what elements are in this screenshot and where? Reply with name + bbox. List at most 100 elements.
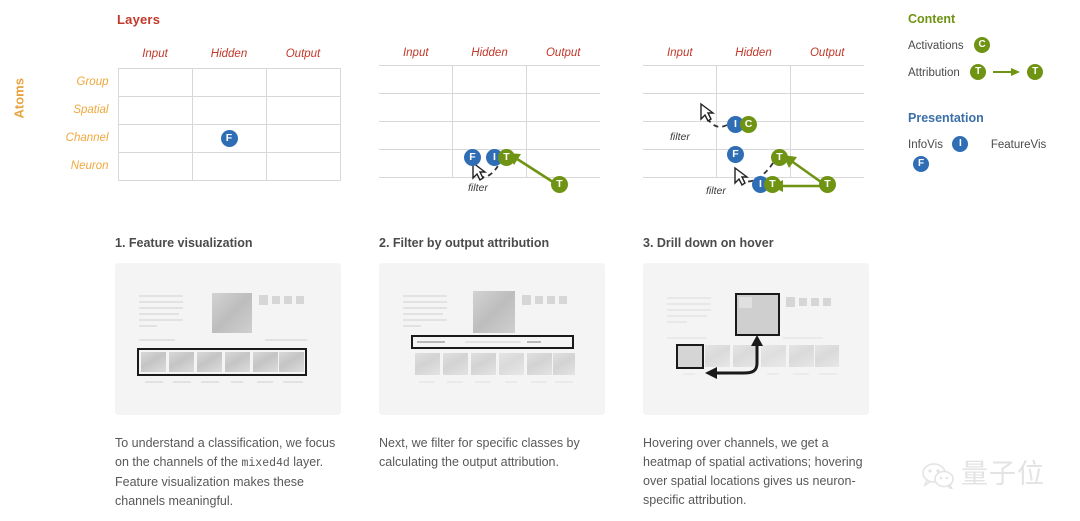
legend-attribution-badge-to[interactable]: T: [1027, 63, 1044, 80]
grid2-col-input: Input: [379, 41, 453, 66]
watermark-text: 量子位: [961, 459, 1045, 489]
badge-activations[interactable]: C: [740, 116, 757, 133]
grid2-cell-r4c3: [526, 149, 600, 178]
wechat-icon: [922, 463, 954, 489]
grid3-cell-r1c2: [716, 65, 791, 94]
panel-3-caption: Hovering over channels, we get a heatmap…: [643, 434, 875, 510]
panel-1-title: 1. Feature visualization: [115, 236, 253, 250]
grid1-cell-group-output: [265, 67, 341, 97]
grid1-cell-neuron-hidden: [191, 151, 267, 181]
grid3-cell-r4c3: [790, 149, 864, 178]
grid3-cell-r2c1: [643, 93, 717, 122]
watermark: 量子位: [922, 452, 1045, 491]
legend-featurevis-label: FeatureVis: [990, 139, 1047, 151]
badge-attribution-hidden[interactable]: T: [498, 149, 515, 166]
panel-2-title: 2. Filter by output attribution: [379, 236, 550, 250]
grid1-cell-group-input: [117, 67, 193, 97]
grid3-cell-r1c3: [790, 65, 864, 94]
page-root: Layers Atoms Input Hidden Output Group S…: [0, 0, 1080, 521]
diagram-1: Input Hidden Output Group Spatial Channe…: [42, 41, 341, 181]
panel-1-caption: To understand a classification, we focus…: [115, 434, 347, 511]
grid3-cell-r3c3: [790, 121, 864, 150]
grid3-cell-r4c1: [643, 149, 717, 178]
arrow-up-head: [751, 335, 763, 346]
legend-infovis-label: InfoVis: [908, 139, 943, 151]
legend-presentation-heading: Presentation: [908, 111, 984, 125]
badge-attribution-hidden[interactable]: T: [771, 149, 788, 166]
grid1-col-output: Output: [266, 41, 340, 69]
badge-attribution-output[interactable]: T: [551, 176, 568, 193]
legend-attribution-label: Attribution: [908, 67, 960, 79]
grid3-cell-r1c1: [643, 65, 717, 94]
badge-featurevis[interactable]: F: [727, 146, 744, 163]
legend-infovis-badge[interactable]: I: [952, 135, 969, 152]
legend-activations-label: Activations: [908, 40, 964, 52]
grid1-cell-channel-input: [117, 123, 193, 153]
grid3-cell-r2c3: [790, 93, 864, 122]
badge-featurevis[interactable]: F: [220, 129, 238, 147]
panel-3-thumbnail[interactable]: [643, 263, 869, 415]
panel-2-caption-part1: Next, we filter for specific classes by …: [379, 436, 580, 469]
grid1-cell-spatial-hidden: [191, 95, 267, 125]
grid2-cell-r3c2: [452, 121, 527, 150]
grid1-row-neuron: Neuron: [42, 152, 119, 180]
filter-label-upper: filter: [670, 131, 690, 143]
badge-featurevis[interactable]: F: [464, 149, 481, 166]
legend-activations-badge[interactable]: C: [974, 36, 991, 53]
panel-1-thumbnail[interactable]: [115, 263, 341, 415]
grid2-col-hidden: Hidden: [452, 41, 527, 66]
diagram-2: Input Hidden Output F I T T filter: [379, 41, 600, 194]
grid2-cell-r3c3: [526, 121, 600, 150]
grid1-cell-channel-hidden: F: [191, 123, 267, 153]
grid2-cell-r2c2: [452, 93, 527, 122]
grid2-cell-r1c3: [526, 65, 600, 94]
grid1-cell-spatial-input: [117, 95, 193, 125]
grid3-col-input: Input: [643, 41, 717, 66]
grid2-cell-r4c1: [379, 149, 453, 178]
filter-label: filter: [468, 182, 488, 194]
grid1-cell-group-hidden: [191, 67, 267, 97]
grid1-cell-channel-output: [265, 123, 341, 153]
badge-attribution-neuron[interactable]: T: [764, 176, 781, 193]
badge-attribution-output[interactable]: T: [819, 176, 836, 193]
grid1-row-group: Group: [42, 68, 119, 96]
legend-row-presentation: InfoVis I FeatureVis F: [908, 135, 1073, 172]
panel-3-caption-part1: Hovering over channels, we get a heatmap…: [643, 436, 863, 507]
grid1-col-hidden: Hidden: [192, 41, 266, 69]
filter-label-lower: filter: [706, 185, 726, 197]
grid2-cell-r1c2: [452, 65, 527, 94]
panel-feature-visualization: 1. Feature visualization To understand a…: [115, 236, 379, 511]
grid1-cell-neuron-input: [117, 151, 193, 181]
grid2-cell-r2c1: [379, 93, 453, 122]
grid1-col-input: Input: [118, 41, 192, 69]
grid1-cell-spatial-output: [265, 95, 341, 125]
panel-3-arrows: [705, 335, 763, 379]
grid2-cell-r3c1: [379, 121, 453, 150]
panel-filter-by-output-attribution: 2. Filter by output attribution Next, we…: [379, 236, 643, 472]
panel-1-caption-mono: mixed4d: [241, 457, 290, 470]
legend-arrow-icon: [992, 67, 1020, 76]
grid3-col-output: Output: [790, 41, 864, 66]
atoms-axis-title: Atoms: [11, 78, 27, 119]
grid1-row-channel: Channel: [42, 124, 119, 152]
legend-content-heading: Content: [908, 12, 956, 26]
grid3-col-hidden: Hidden: [716, 41, 791, 66]
legend-row-activations: Activations C: [908, 36, 1073, 58]
legend-row-attribution: Attribution T T: [908, 63, 1073, 85]
legend-panel: Content Activations C Attribution T T Pr…: [908, 12, 1073, 172]
grid2-cell-r2c3: [526, 93, 600, 122]
layers-axis-title: Layers: [117, 12, 161, 27]
diagram-3: Input Hidden Output I C F T I T T filter…: [643, 41, 864, 197]
grid1-row-spatial: Spatial: [42, 96, 119, 124]
grid2-cell-r1c1: [379, 65, 453, 94]
grid1-corner: [42, 41, 118, 68]
grid2-col-output: Output: [526, 41, 600, 66]
legend-attribution-badge-from[interactable]: T: [970, 63, 987, 80]
panel-2-thumbnail[interactable]: [379, 263, 605, 415]
panel-drill-down-on-hover: 3. Drill down on hover Hovering over cha…: [643, 236, 907, 510]
panel-3-title: 3. Drill down on hover: [643, 236, 774, 250]
arrow-left-head: [705, 367, 717, 379]
grid1-cell-neuron-output: [265, 151, 341, 181]
legend-featurevis-badge[interactable]: F: [913, 155, 929, 172]
panel-2-caption: Next, we filter for specific classes by …: [379, 434, 611, 472]
